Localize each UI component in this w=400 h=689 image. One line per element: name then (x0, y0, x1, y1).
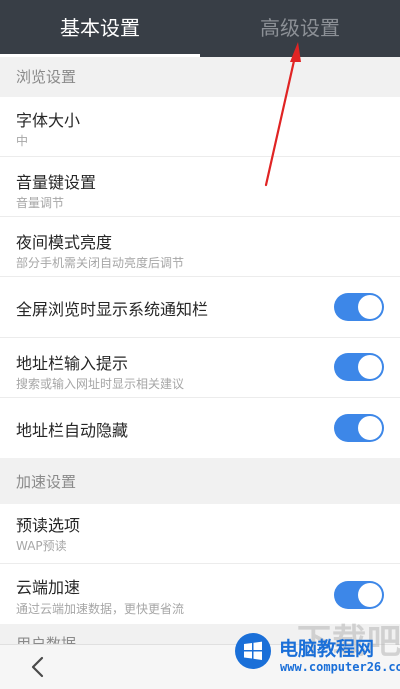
toggle-knob (358, 583, 382, 607)
setting-subtitle: 搜索或输入网址时显示相关建议 (16, 377, 185, 391)
setting-cloud-acceleration[interactable]: 云端加速 通过云端加速数据，更快更省流 (0, 564, 400, 624)
setting-fullscreen-notification-bar[interactable]: 全屏浏览时显示系统通知栏 (0, 277, 400, 338)
setting-subtitle: 通过云端加速数据，更快更省流 (16, 602, 185, 616)
setting-title: 夜间模式亮度 (16, 233, 113, 252)
fullscreen-notification-toggle[interactable] (334, 293, 384, 321)
setting-title: 字体大小 (16, 111, 81, 130)
toggle-knob (358, 295, 382, 319)
address-bar-auto-hide-toggle[interactable] (334, 414, 384, 442)
tab-basic-settings[interactable]: 基本设置 (0, 0, 200, 57)
back-button[interactable] (22, 651, 54, 683)
setting-volume-key[interactable]: 音量键设置 音量调节 (0, 157, 400, 217)
setting-title: 预读选项 (16, 516, 81, 535)
setting-subtitle: 部分手机需关闭自动亮度后调节 (16, 256, 185, 270)
toggle-knob (358, 355, 382, 379)
setting-font-size[interactable]: 字体大小 中 (0, 97, 400, 157)
setting-subtitle: 中 (16, 134, 29, 148)
setting-address-bar-suggestions[interactable]: 地址栏输入提示 搜索或输入网址时显示相关建议 (0, 338, 400, 398)
setting-night-brightness[interactable]: 夜间模式亮度 部分手机需关闭自动亮度后调节 (0, 217, 400, 277)
top-tab-bar: 基本设置 高级设置 (0, 0, 400, 57)
setting-title: 地址栏自动隐藏 (16, 421, 129, 440)
settings-list[interactable]: 浏览设置 字体大小 中 音量键设置 音量调节 夜间模式亮度 部分手机需关闭自动亮… (0, 57, 400, 644)
setting-title: 云端加速 (16, 578, 81, 597)
setting-address-bar-auto-hide[interactable]: 地址栏自动隐藏 (0, 398, 400, 458)
setting-title: 全屏浏览时显示系统通知栏 (16, 300, 209, 319)
setting-subtitle: WAP预读 (16, 539, 67, 553)
tab-advanced-settings[interactable]: 高级设置 (200, 0, 400, 57)
section-header-browse: 浏览设置 (0, 57, 400, 97)
section-header-acceleration: 加速设置 (0, 458, 400, 504)
toggle-knob (358, 416, 382, 440)
setting-title: 音量键设置 (16, 173, 97, 192)
setting-title: 地址栏输入提示 (16, 354, 129, 373)
setting-subtitle: 音量调节 (16, 196, 65, 210)
address-bar-suggestions-toggle[interactable] (334, 353, 384, 381)
bottom-nav-bar (0, 644, 400, 689)
setting-preread-options[interactable]: 预读选项 WAP预读 (0, 504, 400, 564)
section-header-user-data: 用户数据 (0, 624, 400, 644)
chevron-left-icon (31, 656, 44, 678)
cloud-acceleration-toggle[interactable] (334, 581, 384, 609)
